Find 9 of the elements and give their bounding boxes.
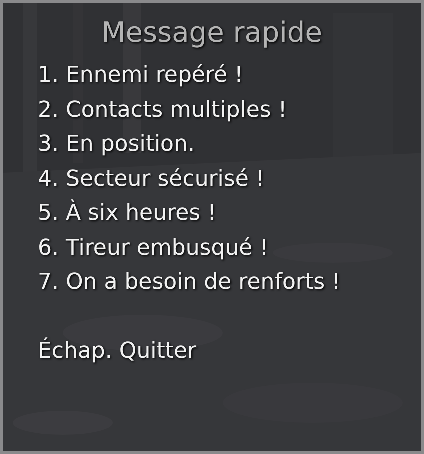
exit-option[interactable]: Échap. Quitter — [38, 334, 386, 369]
menu-option[interactable]: 6. Tireur embusqué ! — [38, 232, 386, 266]
menu-option[interactable]: 2. Contacts multiples ! — [38, 94, 386, 128]
menu-option[interactable]: 7. On a besoin de renforts ! — [38, 266, 386, 300]
menu-option[interactable]: 1. Ennemi repéré ! — [38, 59, 386, 94]
menu-option[interactable]: 4. Secteur sécurisé ! — [38, 162, 386, 197]
menu-option[interactable]: 5. À six heures ! — [38, 197, 386, 232]
menu-option[interactable]: 3. En position. — [38, 128, 386, 162]
menu-title: Message rapide — [102, 15, 322, 51]
